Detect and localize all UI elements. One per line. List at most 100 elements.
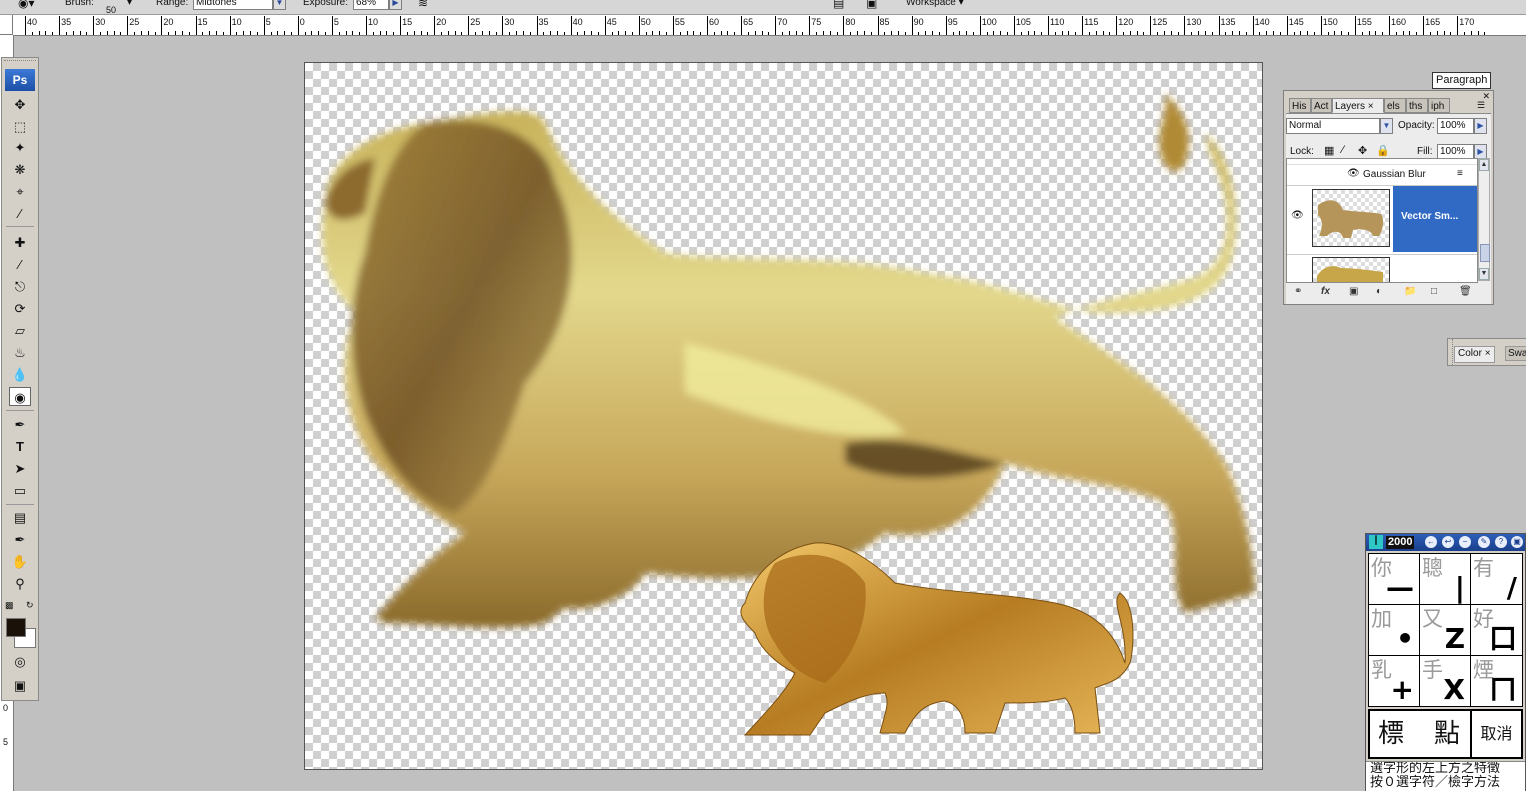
bridge-icon[interactable]: ▣ (866, 0, 877, 10)
tab-layers[interactable]: Layers × (1332, 98, 1384, 113)
layer-list-scrollbar[interactable]: ▲ ▼ (1478, 158, 1490, 281)
document-canvas[interactable] (304, 62, 1263, 770)
layer-style-icon[interactable]: fx (1321, 286, 1330, 297)
clone-stamp-tool-icon[interactable]: ⎋ (9, 277, 31, 296)
effect-row[interactable]: 👁 Gaussian Blur ≡ (1287, 165, 1477, 186)
lock-position-icon[interactable]: ✥ (1358, 144, 1367, 157)
quick-mask-icon[interactable]: ◎ (9, 652, 31, 671)
exposure-input[interactable]: 68% (353, 0, 389, 10)
lasso-tool-icon[interactable]: ✦ (9, 138, 31, 157)
toolbox-grip[interactable] (4, 60, 36, 65)
pen-tool-icon[interactable]: ✒ (9, 415, 31, 434)
tab-swatches[interactable]: Swa (1505, 346, 1526, 361)
ime-cell[interactable]: 乳 + (1369, 656, 1419, 706)
tab-close-icon[interactable]: × (1485, 348, 1491, 359)
ruler-origin[interactable] (0, 15, 13, 35)
new-layer-icon[interactable]: □ (1431, 286, 1437, 297)
lock-image-icon[interactable]: ∕ (1342, 144, 1344, 156)
add-mask-icon[interactable]: ▣ (1349, 286, 1358, 297)
horizontal-ruler[interactable]: 40 35 30 25 20 15 10 5 0 5 10 15 20 25 30 35 40 45 50 55 60 6… (13, 15, 1526, 36)
ime-back-icon[interactable]: ↩ (1442, 536, 1454, 548)
default-colors-icon[interactable]: ▩ (5, 600, 14, 611)
workspace-menu[interactable]: Workspace ▾ (906, 0, 964, 8)
ime-cancel-button[interactable]: 取消 (1472, 711, 1521, 757)
dodge-tool-icon[interactable]: ◉ (9, 387, 31, 406)
magic-wand-tool-icon[interactable]: ❋ (9, 160, 31, 179)
swap-colors-icon[interactable]: ↻ (26, 600, 34, 611)
ime-punctuation-key[interactable]: 標 點 (1370, 711, 1470, 757)
brush-dropdown-icon[interactable]: ▾ (127, 0, 132, 8)
filter-options-icon[interactable]: ≡ (1457, 168, 1463, 179)
move-tool-icon[interactable]: ✥ (9, 95, 31, 114)
eyedropper-tool-icon[interactable]: ✒ (9, 530, 31, 549)
blur-tool-icon[interactable]: 💧 (9, 365, 31, 384)
brush-size[interactable]: 50 (106, 5, 116, 14)
paragraph-panel-tab[interactable]: Paragraph (1432, 72, 1492, 89)
slice-tool-icon[interactable]: ∕ (9, 204, 31, 223)
panel-menu-icon[interactable]: ☰ (1477, 100, 1485, 111)
airbrush-icon[interactable]: ≋ (418, 0, 428, 10)
tab-channels[interactable]: els (1384, 98, 1406, 113)
layer-row[interactable] (1287, 254, 1477, 282)
scroll-thumb[interactable] (1480, 244, 1490, 262)
visibility-eye-icon[interactable]: 👁 (1291, 210, 1304, 221)
ime-cell[interactable]: 又Z (1420, 605, 1470, 655)
opacity-input[interactable]: 100% (1437, 118, 1474, 134)
ime-settings-icon[interactable]: ▣ (1511, 536, 1523, 548)
tab-paths[interactable]: ths (1406, 98, 1428, 113)
scroll-down-icon[interactable]: ▼ (1479, 268, 1489, 280)
link-layers-icon[interactable]: ⚭ (1294, 286, 1302, 297)
ime-cell[interactable]: 煙ㄇ (1471, 656, 1522, 706)
crop-tool-icon[interactable]: ⌖ (9, 182, 31, 201)
hand-tool-icon[interactable]: ✋ (9, 552, 31, 571)
ime-cell[interactable]: 加 • (1369, 605, 1419, 655)
ime-cell[interactable]: 有 / (1471, 554, 1522, 604)
tab-close-icon[interactable]: × (1368, 101, 1374, 112)
ime-cell[interactable]: 手X (1420, 656, 1470, 706)
ime-minus-icon[interactable]: − (1459, 536, 1471, 548)
ime-pen-icon[interactable]: ✎ (1478, 536, 1490, 548)
tab-history[interactable]: His (1289, 98, 1311, 113)
panel-grip[interactable] (1448, 339, 1453, 365)
screen-mode-icon[interactable]: ▣ (9, 676, 31, 695)
adjustment-layer-icon[interactable]: ◐ (1376, 286, 1382, 297)
tab-graph[interactable]: iph (1428, 98, 1450, 113)
ime-help-icon[interactable]: ? (1495, 536, 1507, 548)
layer-row-selected[interactable]: 👁 Vector Sm... (1287, 186, 1477, 252)
ime-cell[interactable]: 你 — (1369, 554, 1419, 604)
range-select[interactable]: Midtones (193, 0, 273, 10)
palette-well-icon[interactable]: ▤ (833, 0, 844, 10)
history-brush-tool-icon[interactable]: ⟳ (9, 299, 31, 318)
ime-cell[interactable]: 好口 (1471, 605, 1522, 655)
type-tool-icon[interactable]: T (9, 437, 31, 456)
visibility-eye-icon[interactable]: 👁 (1347, 168, 1360, 179)
healing-brush-tool-icon[interactable]: ✚ (9, 233, 31, 252)
tab-actions[interactable]: Act (1311, 98, 1332, 113)
opacity-arrow-icon[interactable]: ▶ (1474, 118, 1487, 134)
scroll-up-icon[interactable]: ▲ (1479, 159, 1489, 171)
zoom-tool-icon[interactable]: ⚲ (9, 574, 31, 593)
brush-tool-icon[interactable]: ∕ (9, 255, 31, 274)
ps-logo[interactable]: Ps (5, 69, 35, 91)
marquee-tool-icon[interactable]: ⬚ (9, 117, 31, 136)
range-chevron-down-icon[interactable]: ▼ (273, 0, 286, 10)
blend-mode-select[interactable]: Normal (1286, 118, 1380, 134)
ime-cell[interactable]: 聰 | (1420, 554, 1470, 604)
dodge-tool-icon[interactable]: ◉▾ (18, 0, 35, 10)
rectangle-tool-icon[interactable]: ▭ (9, 481, 31, 500)
layer-name[interactable]: Vector Sm... (1401, 211, 1458, 222)
paint-bucket-tool-icon[interactable]: ♨ (9, 343, 31, 362)
lock-transparent-icon[interactable]: ▦ (1324, 144, 1334, 157)
notes-tool-icon[interactable]: ▤ (9, 508, 31, 527)
foreground-color-swatch[interactable] (6, 618, 26, 637)
tab-color[interactable]: Color × (1454, 346, 1495, 363)
exposure-arrow-icon[interactable]: ▶ (389, 0, 402, 10)
path-selection-tool-icon[interactable]: ➤ (9, 459, 31, 478)
new-group-icon[interactable]: 📁 (1404, 286, 1416, 297)
ime-prev-icon[interactable]: ← (1425, 536, 1437, 548)
eraser-tool-icon[interactable]: ▱ (9, 321, 31, 340)
blend-mode-chevron-down-icon[interactable]: ▼ (1380, 118, 1393, 134)
lock-all-icon[interactable]: 🔒 (1376, 144, 1390, 157)
ime-title-bar[interactable]: 丨 2000 ← ↩ − ✎ ? ▣ (1366, 534, 1525, 551)
trash-icon[interactable]: 🗑 (1459, 286, 1472, 297)
